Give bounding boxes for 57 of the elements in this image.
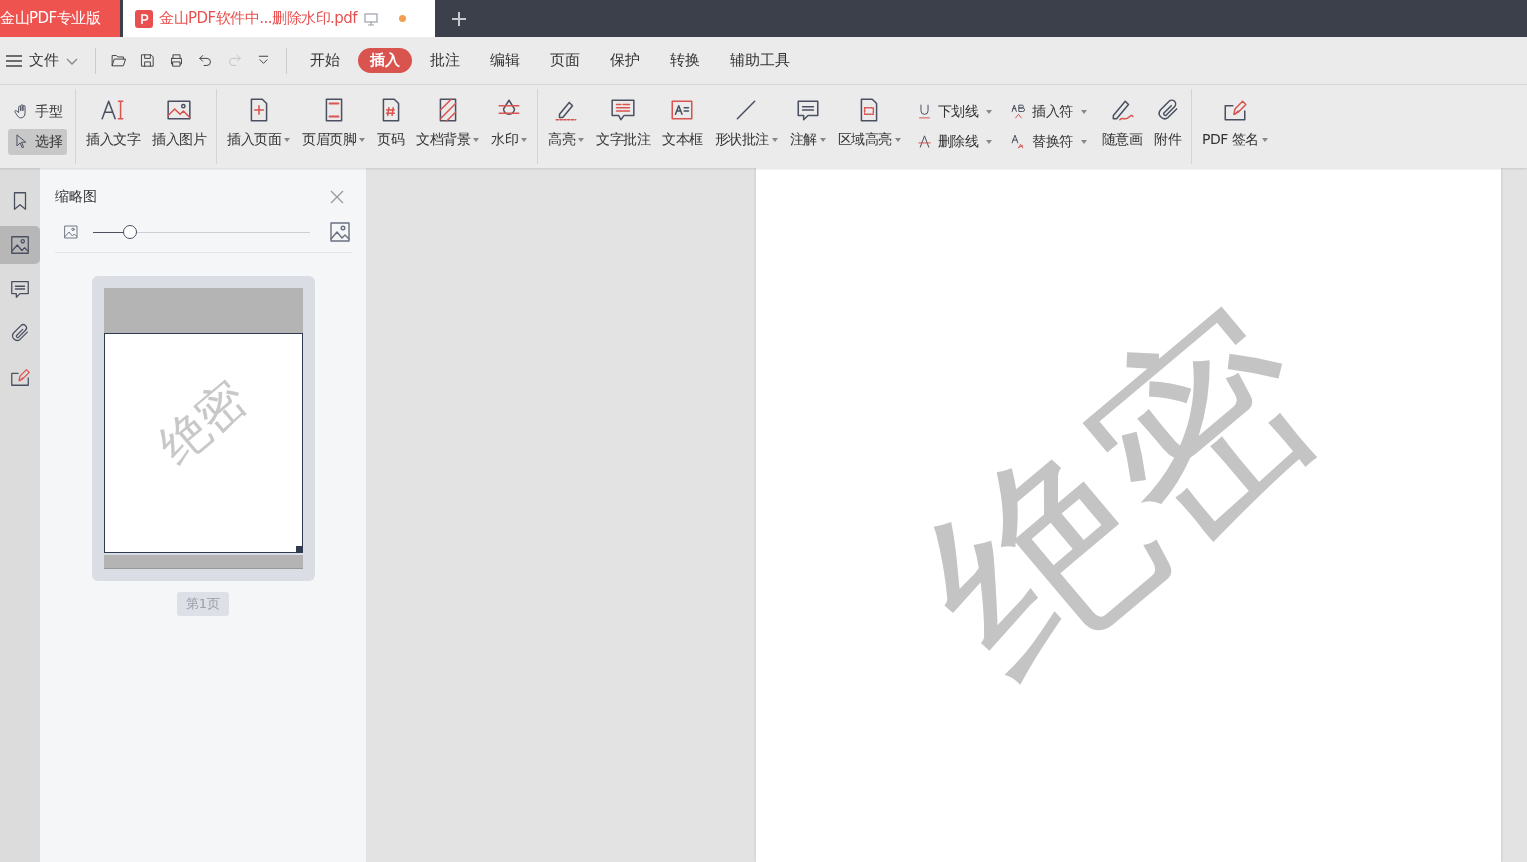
- undo-icon: [197, 52, 214, 69]
- toolbar-button[interactable]: 页码: [371, 85, 410, 168]
- toolbar-button[interactable]: 区域高亮: [831, 85, 907, 168]
- close-icon[interactable]: [330, 190, 344, 204]
- text-note-icon: [610, 97, 636, 123]
- save-icon: [139, 52, 156, 69]
- toolbar-button[interactable]: 下划线: [910, 98, 997, 125]
- toolbar-button[interactable]: 手型: [8, 98, 67, 125]
- ribbon-tab[interactable]: 保护: [598, 48, 652, 73]
- toolbar-button[interactable]: 水印: [485, 85, 533, 168]
- toolbar-button[interactable]: 文字批注: [590, 85, 656, 168]
- toolbar-button[interactable]: PDF 签名: [1196, 85, 1274, 168]
- pdf-file-icon: [135, 9, 153, 28]
- toolbar-button[interactable]: 页眉页脚: [296, 85, 371, 168]
- toolbar-button[interactable]: 随意画: [1095, 85, 1148, 168]
- ribbon-tab[interactable]: 批注: [418, 48, 472, 73]
- toolbar-button[interactable]: 形状批注: [708, 85, 784, 168]
- ribbon-tab[interactable]: 转换: [658, 48, 712, 73]
- paperclip-icon: [9, 322, 31, 344]
- toolbar-button[interactable]: 注解: [783, 85, 832, 168]
- speech-bubble-icon: [9, 278, 31, 300]
- image-icon: [63, 224, 79, 240]
- strikethrough-icon: [915, 133, 933, 150]
- ribbon-tab[interactable]: 开始: [298, 48, 352, 73]
- redo-icon: [226, 52, 243, 69]
- toolbar-button[interactable]: 选择: [8, 128, 67, 155]
- page-label: 第1页: [176, 592, 230, 616]
- folder-icon: [110, 52, 127, 69]
- panel-title: 缩略图: [55, 188, 97, 206]
- document-tab[interactable]: 金山PDF软件中...删除水印.pdf: [123, 0, 435, 37]
- image-icon: [328, 220, 352, 244]
- toolbar-button[interactable]: 替换符: [1005, 128, 1092, 155]
- toolbar-button[interactable]: 删除线: [910, 128, 997, 155]
- toolbar-button[interactable]: 插入符: [1005, 98, 1092, 125]
- ribbon-tab[interactable]: 插入: [358, 48, 412, 73]
- pen-nib-icon: [9, 366, 31, 388]
- ribbon-tab[interactable]: 编辑: [478, 48, 532, 73]
- monitor-icon[interactable]: [363, 10, 380, 27]
- toolbar-button[interactable]: 文本框: [656, 85, 709, 168]
- zoom-slider[interactable]: [93, 224, 310, 240]
- document-tab-title: 金山PDF软件中...删除水印.pdf: [159, 9, 358, 28]
- watermark-text: 绝密: [880, 262, 1363, 724]
- print-icon: [168, 52, 185, 69]
- menu-icon: [5, 53, 23, 68]
- toolbar-button[interactable]: 高亮: [542, 85, 590, 168]
- toolbar-button[interactable]: 插入图片: [146, 85, 212, 168]
- ribbon-tab[interactable]: 辅助工具: [718, 48, 802, 73]
- new-tab-icon[interactable]: [450, 9, 468, 28]
- image-icon: [9, 234, 31, 256]
- corner-mark: [295, 546, 302, 552]
- insert-mark-icon: [1010, 103, 1027, 120]
- ribbon-tab[interactable]: 页面: [538, 48, 592, 73]
- file-menu[interactable]: 文件: [0, 51, 87, 70]
- toolbar-button[interactable]: 插入文字: [80, 85, 146, 168]
- toolbar-button[interactable]: 文档背景: [410, 85, 485, 168]
- toolbar-button[interactable]: 插入页面: [221, 85, 296, 168]
- toolbar-button[interactable]: 附件: [1148, 85, 1187, 168]
